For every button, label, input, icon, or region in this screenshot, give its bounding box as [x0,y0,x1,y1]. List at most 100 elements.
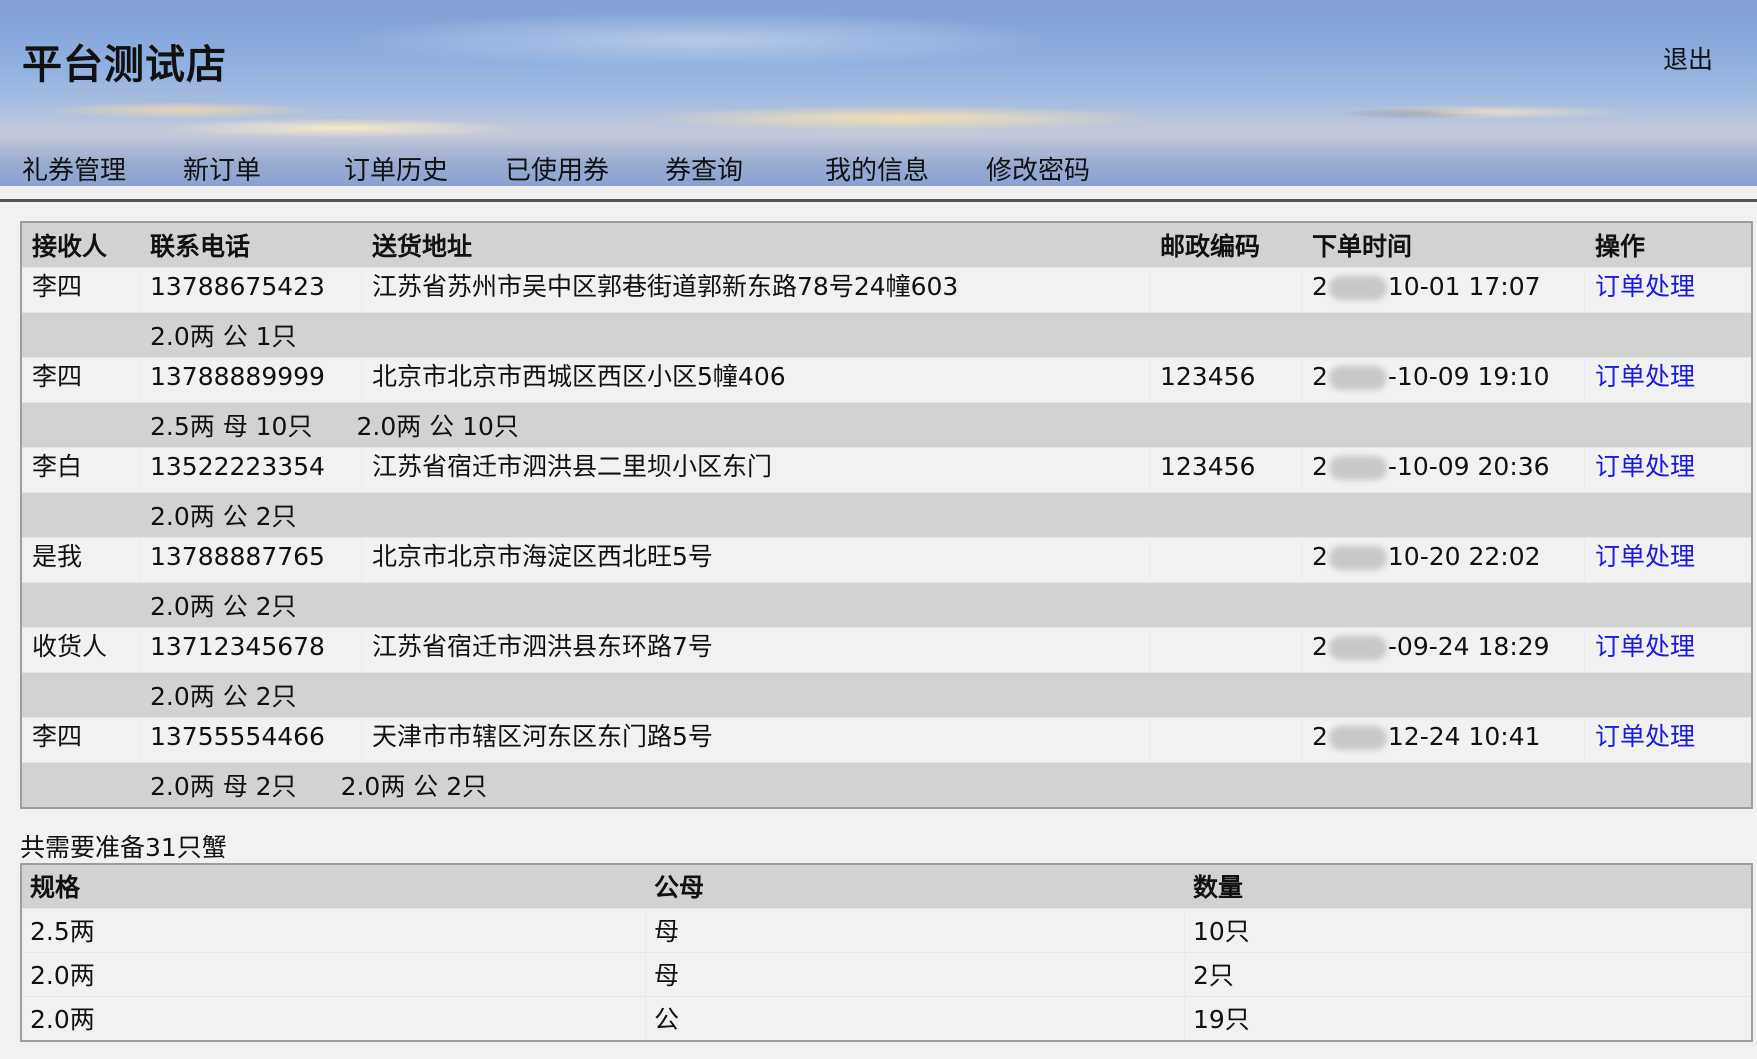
order-row: 李四 13788889999 北京市北京市西城区西区小区5幢406 123456… [22,358,1751,403]
totals-spec: 2.5两 [22,909,646,952]
order-items: 2.0两 母 2只 2.0两 公 2只 [150,763,531,807]
order-items-row: 2.0两 母 2只 2.0两 公 2只 [22,763,1751,807]
order-items-row: 2.0两 公 1只 [22,313,1751,358]
order-receiver: 李四 [22,268,140,312]
nav-change-password[interactable]: 修改密码 [986,150,1090,187]
summary-text: 共需要准备31只蟹 [20,833,227,862]
totals-header-row: 规格 公母 数量 [22,865,1751,909]
order-item: 2.0两 母 2只 [150,772,297,801]
order-item: 2.0两 公 2只 [150,592,297,621]
col-address: 送货地址 [372,232,473,261]
orders-header-row: 接收人 联系电话 送货地址 邮政编码 下单时间 操作 [22,223,1751,268]
order-process-link-cell: 订单处理 [1585,538,1751,582]
totals-quantity: 10只 [1193,917,1250,946]
order-receiver: 李四 [22,718,140,762]
order-time: 2 10-01 17:07 [1302,268,1585,312]
order-process-link[interactable]: 订单处理 [1595,272,1695,301]
header-banner: 平台测试店 退出 礼券管理 新订单 订单历史 已使用券 券查询 我的信息 修改密… [0,0,1757,186]
col-quantity: 数量 [1193,873,1244,902]
order-postcode [1150,718,1302,762]
order-process-link[interactable]: 订单处理 [1595,452,1695,481]
redacted-blur [1328,636,1387,660]
order-items: 2.0两 公 2只 [150,673,341,717]
order-process-link[interactable]: 订单处理 [1595,632,1695,661]
redacted-blur [1328,456,1387,480]
order-postcode [1150,268,1302,312]
totals-table: 规格 公母 数量 2.5两 母 10只 2.0两 母 2只 2.0两 公 19只 [20,863,1753,1042]
order-process-link-cell: 订单处理 [1585,718,1751,762]
order-items: 2.0两 公 2只 [150,583,341,627]
order-phone: 13522223354 [140,448,362,492]
order-row: 李白 13522223354 江苏省宿迁市泗洪县二里坝小区东门 123456 2… [22,448,1751,493]
order-phone: 13712345678 [140,628,362,672]
nav-coupon-query[interactable]: 券查询 [665,150,743,187]
order-time: 2 10-20 22:02 [1302,538,1585,582]
redacted-blur [1328,276,1387,300]
totals-spec: 2.0两 [22,997,646,1040]
col-receiver: 接收人 [32,232,108,261]
order-time: 2 -09-24 18:29 [1302,628,1585,672]
order-items: 2.5两 母 10只 2.0两 公 10只 [150,403,563,447]
order-receiver: 收货人 [22,628,140,672]
order-receiver: 是我 [22,538,140,582]
header-divider [0,199,1757,202]
order-item: 2.0两 公 2只 [340,772,488,801]
nav-order-history[interactable]: 订单历史 [344,150,448,187]
col-spec: 规格 [30,873,81,902]
totals-row: 2.0两 母 2只 [22,953,1751,997]
order-row: 李四 13755554466 天津市市辖区河东区东门路5号 2 12-24 10:… [22,718,1751,763]
order-process-link-cell: 订单处理 [1585,628,1751,672]
order-postcode [1150,538,1302,582]
order-postcode: 123456 [1150,448,1302,492]
totals-gender: 母 [646,909,1185,952]
order-items-row: 2.0两 公 2只 [22,493,1751,538]
order-items-row: 2.5两 母 10只 2.0两 公 10只 [22,403,1751,448]
logout-link[interactable]: 退出 [1663,40,1713,76]
totals-quantity: 19只 [1193,1005,1250,1034]
totals-row: 2.0两 公 19只 [22,997,1751,1040]
order-item: 2.0两 公 2只 [150,682,297,711]
order-process-link-cell: 订单处理 [1585,358,1751,402]
order-item: 2.0两 公 10只 [356,412,519,441]
order-address: 北京市北京市海淀区西北旺5号 [362,538,1150,582]
order-address: 天津市市辖区河东区东门路5号 [362,718,1150,762]
totals-quantity: 2只 [1193,961,1234,990]
order-items-row: 2.0两 公 2只 [22,673,1751,718]
col-action: 操作 [1595,232,1646,261]
order-address: 江苏省宿迁市泗洪县东环路7号 [362,628,1150,672]
col-phone: 联系电话 [150,232,251,261]
order-items: 2.0两 公 2只 [150,493,341,537]
order-item: 2.0两 公 2只 [150,502,297,531]
order-phone: 13755554466 [140,718,362,762]
col-postcode: 邮政编码 [1160,232,1261,261]
order-phone: 13788675423 [140,268,362,312]
store-title: 平台测试店 [22,42,227,88]
totals-row: 2.5两 母 10只 [22,909,1751,953]
redacted-blur [1328,366,1387,390]
order-items: 2.0两 公 1只 [150,313,341,357]
order-address: 北京市北京市西城区西区小区5幢406 [362,358,1150,402]
nav-used-coupons[interactable]: 已使用券 [505,150,609,187]
order-process-link[interactable]: 订单处理 [1595,722,1695,751]
nav-coupon-management[interactable]: 礼券管理 [22,150,126,187]
nav-new-order[interactable]: 新订单 [183,150,261,187]
order-postcode: 123456 [1150,358,1302,402]
order-postcode [1150,628,1302,672]
order-address: 江苏省苏州市吴中区郭巷街道郭新东路78号24幢603 [362,268,1150,312]
order-phone: 13788889999 [140,358,362,402]
order-receiver: 李白 [22,448,140,492]
order-process-link[interactable]: 订单处理 [1595,542,1695,571]
order-phone: 13788887765 [140,538,362,582]
order-process-link[interactable]: 订单处理 [1595,362,1695,391]
order-row: 收货人 13712345678 江苏省宿迁市泗洪县东环路7号 2 -09-24 1… [22,628,1751,673]
order-items-row: 2.0两 公 2只 [22,583,1751,628]
redacted-blur [1328,546,1387,570]
nav-my-info[interactable]: 我的信息 [825,150,929,187]
order-item: 2.0两 公 1只 [150,322,297,351]
order-time: 2 -10-09 19:10 [1302,358,1585,402]
orders-table: 接收人 联系电话 送货地址 邮政编码 下单时间 操作 李四 1378867542… [20,221,1753,809]
order-time: 2 -10-09 20:36 [1302,448,1585,492]
totals-spec: 2.0两 [22,953,646,996]
order-process-link-cell: 订单处理 [1585,268,1751,312]
totals-gender: 公 [646,997,1185,1040]
